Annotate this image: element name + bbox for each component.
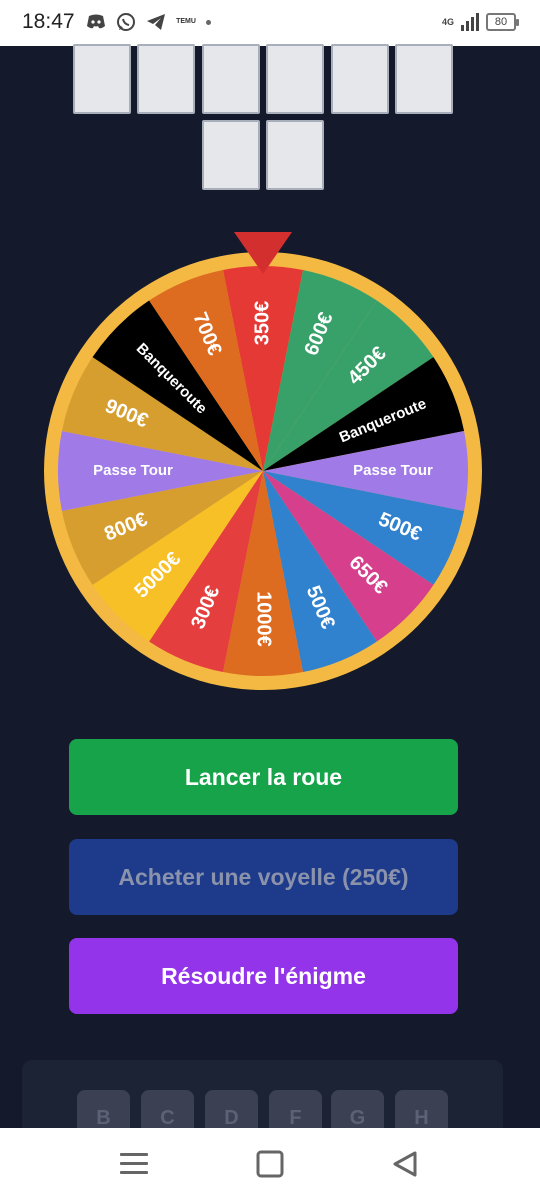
status-bar: 18:47 TEMU 4G 80 <box>0 0 540 46</box>
wheel-segment-label: Passe Tour <box>353 462 433 479</box>
solve-puzzle-button[interactable]: Résoudre l'énigme <box>69 938 458 1014</box>
wheel-segment-label: 1000€ <box>253 591 275 647</box>
puzzle-row-2 <box>0 120 540 190</box>
back-nav-icon[interactable] <box>385 1146 425 1182</box>
buy-vowel-button[interactable]: Acheter une voyelle (250€) <box>69 839 458 915</box>
wheel-graphic: 350€ 600€450€BanqueroutePasse Tour500€650… <box>44 232 482 690</box>
whatsapp-icon <box>116 12 136 32</box>
letter-tile <box>395 44 453 114</box>
puzzle-row-1 <box>0 44 540 114</box>
status-right: 4G 80 <box>441 12 519 32</box>
temu-label: TEMU <box>176 18 196 25</box>
notification-icons: TEMU <box>86 12 211 32</box>
network-type: 4G <box>441 17 454 27</box>
letter-tile <box>266 120 324 190</box>
navigation-bar <box>0 1128 540 1200</box>
battery-icon: 80 <box>486 13 519 31</box>
prize-wheel[interactable]: 350€ 600€ 450€ Banqueroute Passe Tour 500€ 650… <box>43 230 487 696</box>
temu-icon: TEMU <box>176 12 196 32</box>
signal-icon <box>460 12 480 32</box>
letter-tile <box>202 120 260 190</box>
status-time: 18:47 <box>22 10 75 33</box>
discord-icon <box>86 12 106 32</box>
menu-nav-icon[interactable] <box>114 1146 154 1182</box>
home-nav-icon[interactable] <box>250 1146 290 1182</box>
wheel-segment-label: Passe Tour <box>93 462 173 479</box>
letter-tile <box>202 44 260 114</box>
more-notifications-dot <box>206 19 211 25</box>
letter-tile <box>137 44 195 114</box>
telegram-icon <box>146 12 166 32</box>
spin-wheel-button[interactable]: Lancer la roue <box>69 739 458 815</box>
letter-tile <box>266 44 324 114</box>
letter-tile <box>331 44 389 114</box>
wheel-segment-label: 350€ <box>251 301 273 346</box>
letter-tile <box>73 44 131 114</box>
